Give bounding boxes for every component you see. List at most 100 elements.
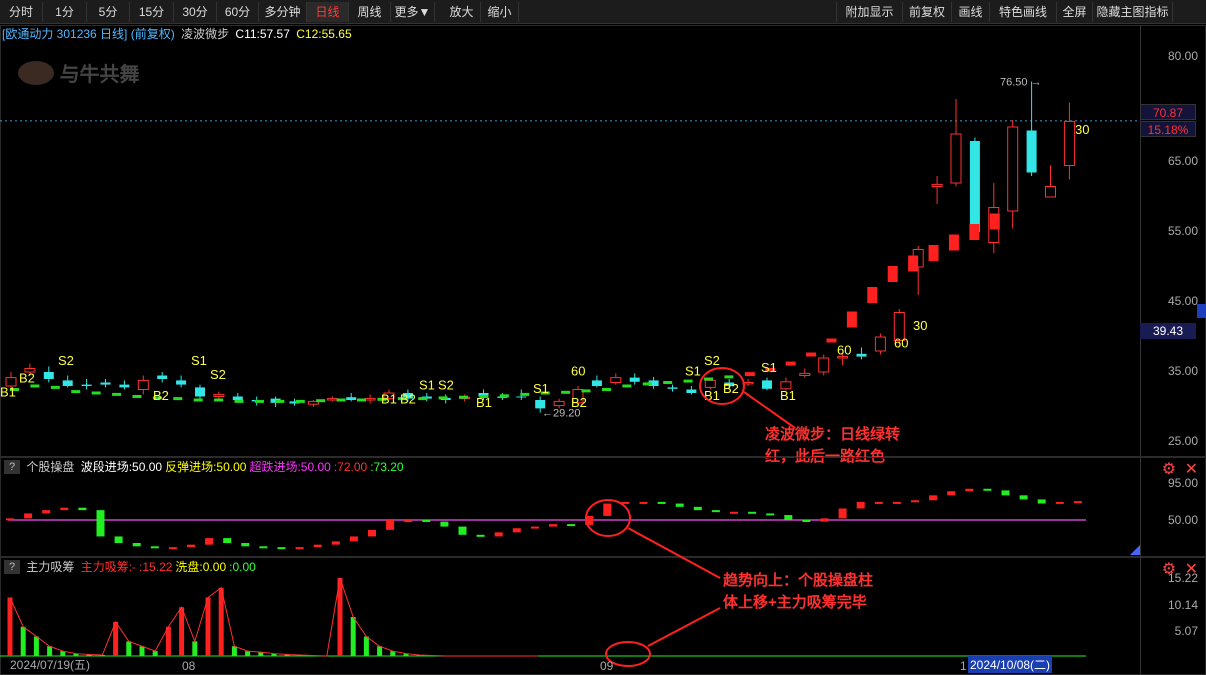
trend-dash [112,392,122,396]
trend-dash [642,382,652,386]
period-button[interactable]: 30分 [174,2,217,22]
main-info-bar: [欧通动力 301236 日线] (前复权) 凌波微步 C11:57.57 C1… [2,25,355,43]
period-button[interactable]: 1分 [43,2,87,22]
candle [1007,120,1019,229]
resize-corner-icon[interactable] [1130,545,1140,555]
indicator-value: :72.00 [333,460,368,474]
trading-bar [874,501,883,504]
toolbar-button[interactable]: 画线 [952,2,990,22]
period-button[interactable]: 分时 [0,2,43,22]
help-button[interactable]: ? [4,460,20,474]
trading-bar [78,507,87,511]
gear-icon[interactable]: ⚙ [1162,561,1176,578]
trading-bar [820,518,829,522]
help-button[interactable]: ? [4,560,20,574]
trading-bar [168,547,177,550]
capital-line [9,577,538,657]
trading-bar [422,520,431,522]
toolbar-button[interactable]: 隐藏主图指标 [1093,2,1173,22]
main-candlestick-chart[interactable]: 76.50 →←29.20B1B2S2B2S1S2B1 B2S1 S2B1S1B26… [0,44,1140,456]
indicator-value: :0.00 [229,560,256,574]
trading-info-bar: ? 个股操盘 波段进场:50.00 反弹进场:50.00 超跌进场:50.00:72… [0,458,410,476]
signal-label: S2 [210,367,226,382]
trading-bar [368,529,376,537]
close-icon[interactable]: ✕ [1185,461,1198,478]
trading-bar [730,511,738,514]
trend-dash [438,396,448,400]
capital-bar [33,636,39,656]
capital-bar [20,626,26,656]
trading-bar [639,501,648,504]
trading-bar [440,521,449,527]
toolbar-button[interactable]: 附加显示 [836,2,903,22]
trading-bar [6,518,14,521]
trend-dash [581,389,591,393]
trading-bar [911,500,919,503]
trading-bar [856,501,865,509]
candle [1063,102,1075,180]
signal-label: B2 [153,388,169,403]
period-button[interactable]: 15分 [130,2,174,22]
signal-label: B2 [400,392,416,407]
period-button[interactable]: 5分 [87,2,130,22]
high-price-label: 76.50 → [1000,77,1042,89]
trend-dash [887,266,898,282]
trend-dash [928,245,939,261]
trading-bar [313,544,322,548]
trading-bar [1055,501,1064,504]
trend-dash [316,399,326,403]
panel2-name: 个股操盘 [26,460,75,474]
candle [591,375,602,388]
candle [742,379,754,386]
trading-bar [132,543,141,547]
trading-bar [386,520,395,530]
period-button[interactable]: 日线 [307,2,349,22]
signal-label: S1 [191,353,207,368]
gear-icon[interactable]: ⚙ [1162,461,1176,478]
trading-bar [150,546,159,549]
trend-dash [826,338,837,343]
trading-bar [965,488,974,492]
cursor-price-tag: 39.43 [1140,323,1196,339]
trading-bar [205,538,214,545]
indicator-value: 超跌进场:50.00 [249,460,331,474]
period-button[interactable]: 更多▼ [391,2,435,22]
candle [667,384,678,392]
close-icon[interactable]: ✕ [1185,561,1198,578]
trading-bar-chart[interactable] [0,475,1140,557]
trend-dash [173,397,183,401]
signal-label: 60 [837,343,851,358]
period-button[interactable]: 放大 [443,2,481,22]
capital-bar-chart[interactable] [0,576,1140,658]
capital-bar [126,641,132,656]
trading-bar [748,511,757,514]
trading-bar [711,510,720,513]
axis-tick-label: 50.00 [1167,513,1198,527]
candle [950,99,962,187]
trend-dash [357,398,367,402]
trading-bar [892,501,901,504]
toolbar-button[interactable]: 全屏 [1057,2,1093,22]
candle [176,375,187,388]
period-button[interactable]: 多分钟 [259,2,307,22]
candle [874,333,886,355]
trend-dash [50,385,60,389]
trading-bar [277,547,286,550]
cursor-marker [1197,304,1206,318]
period-button[interactable]: 周线 [349,2,391,22]
trading-bar [1019,495,1028,500]
trading-bar [331,541,340,545]
toolbar-button[interactable]: 前复权 [903,2,952,22]
trend-dash [520,392,530,396]
trading-bar [657,501,666,504]
candle [364,394,376,404]
capital-info-bar: ? 主力吸筹 主力吸筹:-:15.22 洗盘:0.00:0.00 [0,558,262,576]
candle [43,366,54,383]
period-button[interactable]: 缩小 [481,2,519,22]
stock-title: [欧通动力 301236 日线] (前复权) [2,27,175,41]
trading-bar [1073,501,1082,504]
period-button[interactable]: 60分 [217,2,259,22]
trend-dash [908,255,919,272]
toolbar-button[interactable]: 特色画线 [990,2,1057,22]
current-price-tag: 70.87 [1140,104,1196,120]
